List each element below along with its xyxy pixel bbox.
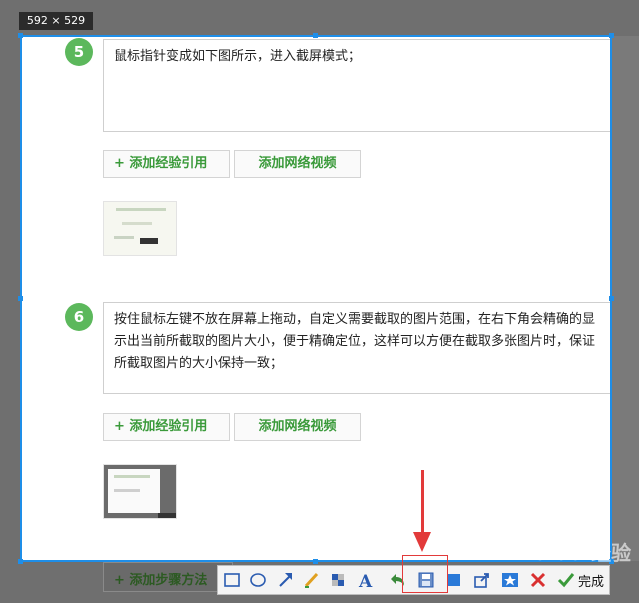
arrow-icon[interactable] bbox=[276, 570, 296, 590]
pen-icon[interactable] bbox=[302, 570, 322, 590]
save-highlight-box bbox=[402, 555, 448, 593]
svg-text:A: A bbox=[358, 572, 373, 590]
add-experience-button-1[interactable]: + 添加经验引用 bbox=[103, 150, 230, 178]
resize-handle-top-left[interactable] bbox=[18, 33, 23, 38]
dimmed-edge-right bbox=[612, 36, 639, 561]
text-icon[interactable]: A bbox=[356, 570, 376, 590]
mosaic-icon[interactable] bbox=[328, 570, 348, 590]
selection-size-label: 592 × 529 bbox=[19, 12, 93, 30]
share-icon[interactable] bbox=[472, 570, 492, 590]
add-experience-button-2[interactable]: + 添加经验引用 bbox=[103, 413, 230, 441]
step-5-text[interactable]: 鼠标指针变成如下图所示，进入截屏模式； bbox=[103, 39, 610, 132]
red-arrow-shaft bbox=[421, 470, 424, 536]
step-6-text[interactable]: 按住鼠标左键不放在屏幕上拖动，自定义需要截取的图片范围，在右下角会精确的显示出当… bbox=[103, 302, 610, 394]
dimmed-add-step-button: + 添加步骤方法 bbox=[103, 562, 233, 592]
add-video-button-2[interactable]: 添加网络视频 bbox=[234, 413, 361, 441]
red-arrow-head-icon bbox=[413, 532, 431, 552]
rectangle-icon[interactable] bbox=[222, 570, 242, 590]
capture-selection[interactable]: 5 鼠标指针变成如下图所示，进入截屏模式； + 添加经验引用 添加网络视频 6 … bbox=[20, 35, 612, 562]
cancel-icon[interactable] bbox=[528, 570, 548, 590]
step-5-thumbnail[interactable] bbox=[103, 201, 177, 256]
pin-icon[interactable] bbox=[500, 570, 520, 590]
svg-text:Baidu 经验: Baidu 经验 bbox=[520, 541, 631, 565]
resize-handle-top[interactable] bbox=[313, 33, 318, 38]
thumbnail-image bbox=[104, 465, 176, 518]
thumbnail-image bbox=[104, 202, 176, 255]
ellipse-icon[interactable] bbox=[248, 570, 268, 590]
add-video-button-1[interactable]: 添加网络视频 bbox=[234, 150, 361, 178]
resize-handle-right[interactable] bbox=[609, 296, 614, 301]
resize-handle-top-right[interactable] bbox=[609, 33, 614, 38]
resize-handle-bottom[interactable] bbox=[313, 559, 318, 564]
done-button-label[interactable]: 完成 bbox=[578, 571, 604, 590]
resize-handle-bottom-left[interactable] bbox=[18, 559, 23, 564]
step-number-6: 6 bbox=[65, 303, 93, 331]
resize-handle-left[interactable] bbox=[18, 296, 23, 301]
done-icon[interactable] bbox=[556, 570, 576, 590]
step-6-thumbnail[interactable] bbox=[103, 464, 177, 519]
step-number-5: 5 bbox=[65, 38, 93, 66]
dimmed-add-step-label: + 添加步骤方法 bbox=[114, 573, 208, 588]
